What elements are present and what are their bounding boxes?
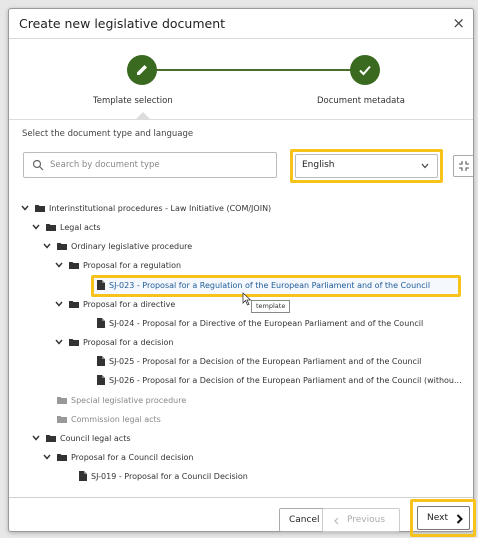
folder-icon	[57, 243, 67, 250]
document-icon	[97, 375, 105, 385]
tree-item-label: SJ-023 - Proposal for a Regulation of th…	[109, 281, 431, 290]
folder-icon	[57, 416, 67, 423]
stepper-line	[142, 69, 368, 71]
step-document-metadata[interactable]	[350, 55, 380, 85]
tree-item-label: Proposal for a regulation	[83, 261, 182, 270]
section-label: Select the document type and language	[22, 129, 194, 139]
chevron-down-icon[interactable]	[32, 435, 40, 441]
tree-item-label: SJ-024 - Proposal for a Directive of the…	[109, 319, 424, 328]
folder-icon	[57, 397, 67, 404]
folder-icon	[46, 224, 56, 231]
cancel-button[interactable]: Cancel	[279, 508, 328, 532]
tree-item-label: SJ-019 - Proposal for a Council Decision	[91, 472, 248, 481]
tree-item-label: Proposal for a directive	[83, 300, 176, 309]
chevron-down-icon[interactable]	[43, 454, 51, 460]
tree-item-label: Commission legal acts	[71, 415, 161, 424]
tooltip: template	[251, 300, 291, 313]
chevron-down-icon[interactable]	[55, 262, 63, 268]
document-icon	[79, 471, 87, 481]
tree-item-label: Ordinary legislative procedure	[71, 242, 193, 251]
folder-icon	[69, 301, 79, 308]
tree-item-label: SJ-025 - Proposal for a Decision of the …	[109, 357, 422, 366]
folder-icon	[69, 339, 79, 346]
folder-icon	[35, 205, 45, 212]
language-select[interactable]: English	[295, 154, 438, 178]
tree-item-label: Proposal for a Council decision	[71, 453, 194, 462]
step-template-selection[interactable]	[127, 55, 157, 85]
search-icon	[32, 159, 44, 171]
tree-item-label: Council legal acts	[60, 434, 131, 443]
step-label-template-selection: Template selection	[93, 96, 173, 106]
chevron-left-icon	[334, 517, 339, 525]
language-value: English	[302, 160, 335, 170]
next-button[interactable]: Next	[417, 506, 470, 530]
close-icon[interactable]: ×	[452, 14, 465, 32]
chevron-down-icon[interactable]	[32, 224, 40, 230]
tree-item-label: Special legislative procedure	[71, 396, 187, 405]
dialog-header: Create new legislative document ×	[9, 9, 473, 39]
previous-button[interactable]: Previous	[322, 508, 400, 532]
cancel-label: Cancel	[289, 515, 320, 525]
previous-label: Previous	[347, 515, 386, 525]
document-icon	[97, 318, 105, 328]
step-label-document-metadata: Document metadata	[317, 96, 405, 106]
pencil-icon	[137, 65, 147, 75]
create-document-dialog: Create new legislative document × Templa…	[8, 8, 474, 532]
tree-item-label: Legal acts	[60, 223, 101, 232]
dialog-title: Create new legislative document	[19, 16, 226, 31]
chevron-down-icon[interactable]	[55, 339, 63, 345]
footer-divider	[9, 497, 473, 498]
search-box[interactable]	[23, 152, 277, 178]
chevron-down-icon	[421, 163, 429, 169]
stepper-divider	[9, 119, 473, 120]
chevron-down-icon[interactable]	[43, 243, 51, 249]
document-icon	[97, 356, 105, 366]
mouse-cursor-icon	[242, 292, 252, 306]
document-icon	[97, 280, 105, 290]
search-input[interactable]	[50, 156, 270, 174]
collapse-all-icon	[459, 161, 469, 171]
check-icon	[359, 65, 371, 76]
tree-item-label: Interinstitutional procedures - Law Init…	[49, 204, 272, 213]
next-label: Next	[427, 513, 448, 523]
tree-item-label: SJ-026 - Proposal for a Decision of the …	[109, 376, 462, 385]
collapse-all-button[interactable]	[453, 155, 473, 177]
folder-icon	[57, 454, 67, 461]
folder-icon	[69, 262, 79, 269]
chevron-down-icon[interactable]	[55, 301, 63, 307]
chevron-down-icon[interactable]	[21, 205, 29, 211]
folder-icon	[46, 435, 56, 442]
tree-item-label: Proposal for a decision	[83, 338, 174, 347]
chevron-right-icon	[456, 514, 463, 524]
